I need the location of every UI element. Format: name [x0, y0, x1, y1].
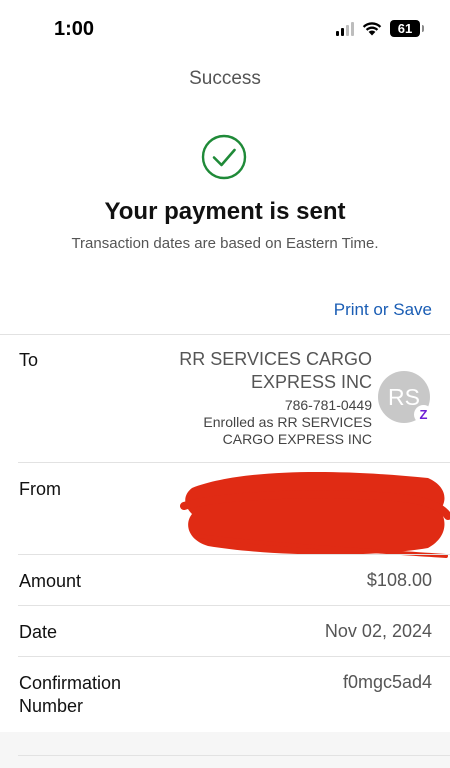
date-label: Date: [19, 622, 58, 642]
battery-icon: 61: [390, 20, 424, 37]
zelle-badge-icon: Z: [414, 405, 433, 424]
recipient-name-line2: EXPRESS INC: [250, 372, 372, 392]
date-value: Nov 02, 2024: [324, 621, 432, 641]
nav-title: Success: [189, 68, 261, 89]
divider: [18, 605, 450, 606]
bottom-area: [0, 732, 450, 768]
wifi-icon: [362, 21, 382, 36]
divider: [18, 656, 450, 657]
amount-value: $108.00: [366, 570, 432, 590]
status-time: 1:00: [54, 18, 95, 40]
headline: Your payment is sent: [104, 198, 346, 225]
timezone-note: Transaction dates are based on Eastern T…: [71, 235, 379, 252]
to-label: To: [19, 350, 39, 370]
status-bar: 1:00 61: [0, 0, 450, 58]
print-or-save-link[interactable]: Print or Save: [334, 300, 432, 320]
confirmation-label-line1: Confirmation: [19, 673, 122, 693]
redaction-scribble: [180, 472, 450, 558]
status-icons: 61: [336, 20, 424, 37]
recipient-name-line1: RR SERVICES CARGO: [179, 349, 372, 369]
divider: [18, 554, 450, 555]
checkmark-circle-icon: [201, 134, 247, 180]
divider: [0, 334, 450, 335]
divider: [18, 755, 450, 756]
recipient-details: RR SERVICES CARGO EXPRESS INC 786-781-04…: [152, 348, 372, 448]
divider: [18, 462, 450, 463]
confirmation-number-label: Confirmation Number: [19, 672, 121, 718]
recipient-enrolled-line2: CARGO EXPRESS INC: [222, 431, 372, 447]
confirmation-number-value: f0mgc5ad4: [342, 672, 432, 692]
amount-label: Amount: [19, 571, 82, 591]
payment-success-screen: 1:00 61 Success Your payment is sent Tra…: [0, 0, 450, 768]
from-label: From: [19, 479, 61, 499]
recipient-phone: 786-781-0449: [284, 397, 372, 413]
recipient-enrolled-line1: Enrolled as RR SERVICES: [203, 414, 372, 430]
signal-icon: [336, 21, 354, 36]
confirmation-label-line2: Number: [19, 696, 84, 716]
